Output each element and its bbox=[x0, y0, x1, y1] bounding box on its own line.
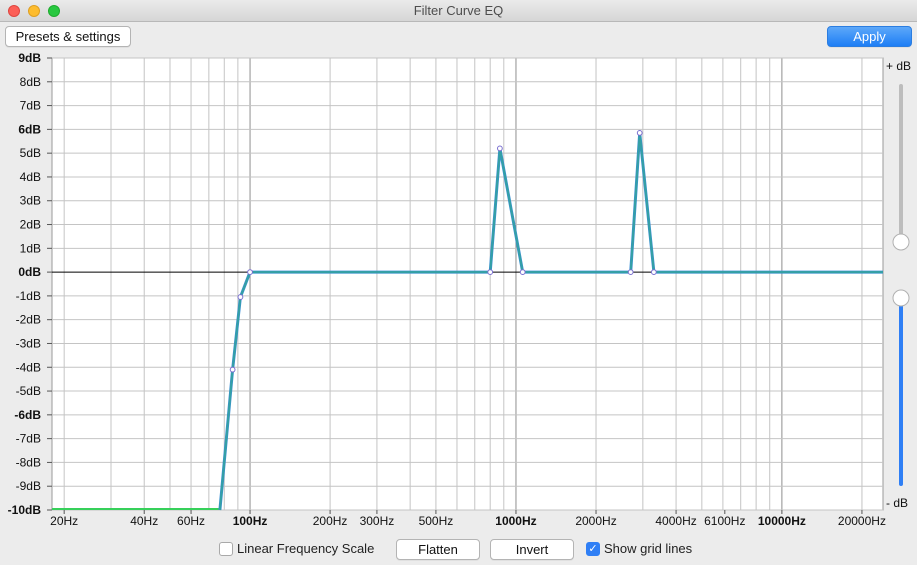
y-tick-label: 1dB bbox=[20, 241, 41, 255]
y-tick-label: -10dB bbox=[8, 503, 42, 517]
show-grid-lines-checkbox[interactable]: ✓ bbox=[586, 542, 600, 556]
x-tick-label: 6100Hz bbox=[704, 514, 745, 528]
y-tick-label: 3dB bbox=[20, 194, 41, 208]
control-point[interactable] bbox=[229, 366, 236, 373]
x-tick-label: 20Hz bbox=[50, 514, 78, 528]
max-db-slider-track[interactable] bbox=[899, 84, 903, 242]
linear-frequency-scale-label: Linear Frequency Scale bbox=[237, 541, 375, 556]
y-tick-label: -6dB bbox=[14, 408, 41, 422]
y-tick-label: 9dB bbox=[18, 52, 41, 65]
eq-curve-plot[interactable]: 9dB 8dB 7dB 6dB 5dB 4dB 3dB 2dB 1dB 0dB -1dB -2dB -3… bbox=[0, 51, 917, 532]
x-tick-label: 10000Hz bbox=[758, 514, 806, 528]
flatten-button[interactable]: Flatten bbox=[396, 539, 480, 560]
control-point[interactable] bbox=[627, 269, 634, 276]
min-db-slider-knob[interactable] bbox=[892, 289, 910, 307]
control-point[interactable] bbox=[487, 269, 494, 276]
y-tick-label: -5dB bbox=[16, 384, 41, 398]
y-tick-label: -3dB bbox=[16, 336, 41, 350]
control-point[interactable] bbox=[496, 145, 503, 152]
y-axis-labels: 9dB 8dB 7dB 6dB 5dB 4dB 3dB 2dB 1dB 0dB -1dB -2dB -3… bbox=[8, 51, 42, 517]
x-tick-label: 60Hz bbox=[177, 514, 205, 528]
title-bar: Filter Curve EQ bbox=[0, 0, 917, 22]
apply-button[interactable]: Apply bbox=[827, 26, 912, 47]
slider-min-label: - dB bbox=[886, 496, 908, 510]
control-point[interactable] bbox=[237, 294, 244, 300]
invert-button[interactable]: Invert bbox=[490, 539, 574, 560]
y-tick-label: 2dB bbox=[20, 218, 41, 232]
linear-frequency-scale-checkbox[interactable] bbox=[219, 542, 233, 556]
y-tick-label: 4dB bbox=[20, 170, 41, 184]
x-tick-label: 100Hz bbox=[233, 514, 268, 528]
y-tick-label: 6dB bbox=[18, 122, 41, 136]
y-tick-label: -1dB bbox=[16, 289, 41, 303]
presets-settings-button[interactable]: Presets & settings bbox=[5, 26, 131, 47]
slider-max-label: + dB bbox=[886, 59, 911, 73]
eq-curve-chart[interactable]: 9dB 8dB 7dB 6dB 5dB 4dB 3dB 2dB 1dB 0dB -1dB -2dB -3… bbox=[0, 51, 917, 532]
y-tick-label: 5dB bbox=[20, 146, 41, 160]
control-point[interactable] bbox=[636, 130, 643, 136]
x-tick-label: 40Hz bbox=[130, 514, 158, 528]
x-tick-label: 300Hz bbox=[360, 514, 395, 528]
y-tick-label: -2dB bbox=[16, 313, 41, 327]
y-tick-label: -7dB bbox=[16, 432, 41, 446]
x-tick-label: 200Hz bbox=[313, 514, 348, 528]
window-title: Filter Curve EQ bbox=[413, 3, 504, 18]
min-db-slider-track[interactable] bbox=[899, 298, 903, 486]
y-tick-label: 0dB bbox=[18, 265, 41, 279]
y-tick-label: -8dB bbox=[16, 455, 41, 469]
x-tick-label: 1000Hz bbox=[495, 514, 536, 528]
y-tick-label: 7dB bbox=[20, 99, 41, 113]
db-range-sliders[interactable]: + dB - dB bbox=[886, 59, 911, 510]
show-grid-lines-label: Show grid lines bbox=[604, 541, 693, 556]
y-tick-label: -9dB bbox=[16, 479, 41, 493]
max-db-slider-knob[interactable] bbox=[892, 233, 910, 251]
control-point[interactable] bbox=[247, 269, 253, 276]
grid-lines bbox=[47, 57, 884, 514]
y-tick-label: -4dB bbox=[16, 360, 41, 374]
x-tick-label: 500Hz bbox=[419, 514, 454, 528]
control-point[interactable] bbox=[650, 269, 657, 276]
control-point[interactable] bbox=[519, 269, 526, 276]
x-tick-label: 4000Hz bbox=[655, 514, 696, 528]
y-tick-label: 8dB bbox=[20, 75, 41, 89]
x-axis-labels: 20Hz 40Hz 60Hz 100Hz 200Hz 300Hz 500Hz 1000Hz 20… bbox=[50, 514, 886, 528]
x-tick-label: 2000Hz bbox=[575, 514, 616, 528]
plot-area bbox=[51, 57, 884, 511]
x-tick-label: 20000Hz bbox=[838, 514, 886, 528]
